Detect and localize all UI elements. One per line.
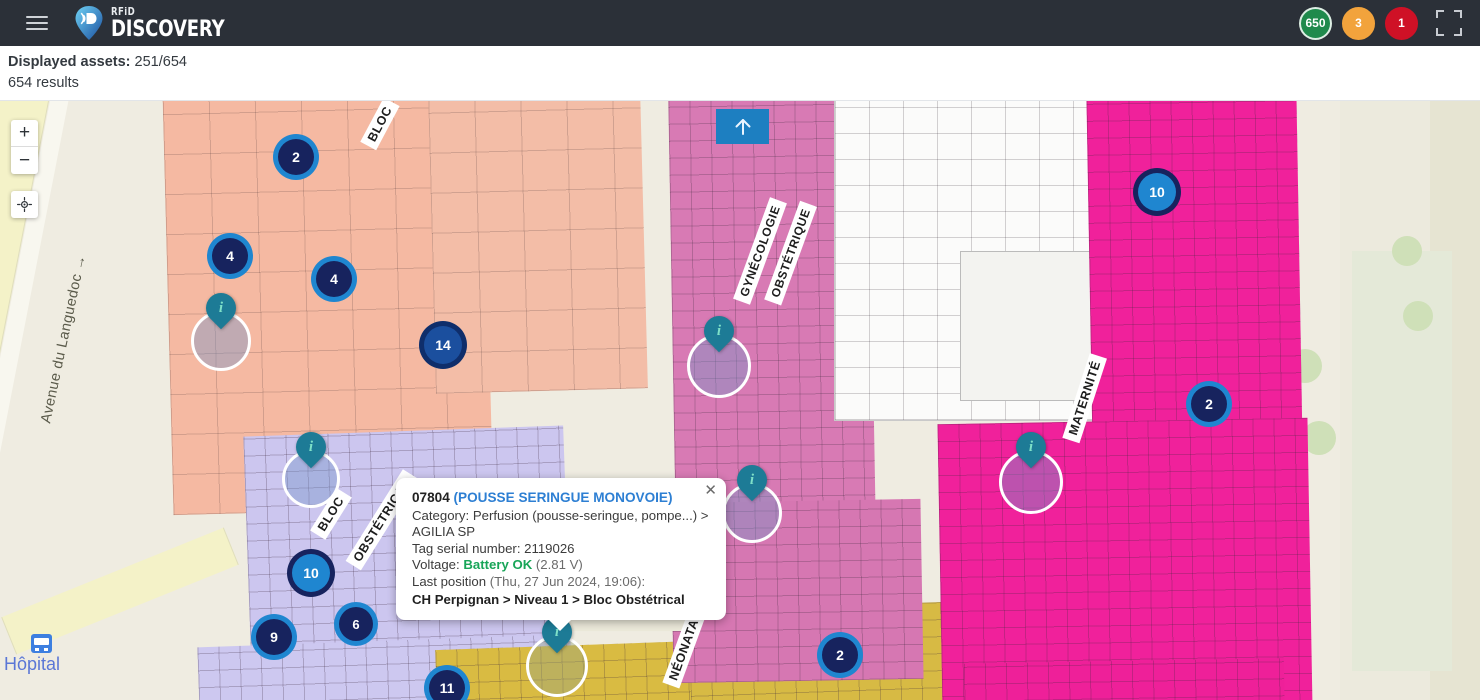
cluster-marker[interactable]: 2 (822, 637, 858, 673)
popup-battery-status: Battery OK (463, 557, 533, 573)
cluster-marker[interactable]: 11 (429, 670, 465, 700)
cluster-marker[interactable]: 4 (316, 261, 352, 297)
kpi-warning-badge[interactable]: 3 (1342, 6, 1375, 40)
popup-category: Category: Perfusion (pousse-seringue, po… (412, 507, 709, 540)
zoom-controls: + − (11, 120, 38, 174)
hamburger-menu-icon[interactable] (14, 0, 60, 46)
topbar-status-group: 650 3 1 (1299, 6, 1462, 40)
rfid-discovery-pin-icon (74, 5, 104, 41)
brand-discovery-text: DISCOVERY (111, 16, 225, 42)
popup-asset-id: 07804 (412, 490, 450, 505)
cluster-marker[interactable]: 2 (278, 139, 314, 175)
info-glyph: i (1028, 438, 1034, 455)
popup-title-row: 07804 (POUSSE SERINGUE MONOVOIE) (412, 490, 710, 507)
info-glyph: i (716, 322, 722, 339)
cluster-marker[interactable]: 10 (1138, 173, 1176, 211)
bus-stop-label: Hôpital (4, 654, 61, 674)
map-pin-icon: i (199, 286, 243, 330)
zoom-out-button[interactable]: − (11, 147, 38, 174)
results-count: 654 results (8, 75, 79, 91)
zoom-in-button[interactable]: + (11, 120, 38, 147)
fullscreen-icon[interactable] (1436, 10, 1462, 36)
top-bar: RFiD DISCOVERY 650 3 1 (0, 0, 1480, 46)
displayed-assets-value: 251/654 (134, 54, 187, 70)
bus-icon (30, 634, 52, 653)
displayed-assets-info: Displayed assets: 251/654 654 results (8, 52, 198, 94)
kpi-ok-badge[interactable]: 650 (1299, 6, 1332, 40)
building-maternite-lower (937, 417, 1313, 700)
map-pin-icon: i (697, 309, 741, 353)
popup-tag-serial: Tag serial number: 2119026 (412, 540, 575, 556)
bus-stop-marker[interactable]: Hôpital (4, 634, 60, 675)
facility-map[interactable]: BLOC GYNÉCOLOGIE OBSTÉTRIQUE BLOC OBSTÉT… (0, 101, 1480, 700)
brand-logo[interactable]: RFiD DISCOVERY (74, 5, 249, 41)
cluster-marker[interactable]: 4 (212, 238, 248, 274)
asset-info-popup[interactable]: ✕ 07804 (POUSSE SERINGUE MONOVOIE) Categ… (396, 478, 726, 632)
map-pin-icon: i (289, 425, 333, 469)
kpi-alert-badge[interactable]: 1 (1385, 6, 1418, 40)
map-pin-icon: i (730, 458, 774, 502)
building-maternite-bottom (963, 658, 1287, 700)
popup-lastpos-label: Last position (412, 573, 487, 589)
popup-lastpos-row: Last position (Thu, 27 Jun 2024, 19:06): (412, 574, 710, 591)
filter-bar: Displayed assets: 251/654 654 results Ca… (0, 46, 1480, 138)
popup-voltage-label: Voltage: (412, 557, 460, 573)
locate-me-button[interactable] (11, 191, 38, 218)
cluster-marker[interactable]: 9 (256, 619, 292, 655)
close-icon[interactable]: ✕ (704, 483, 717, 498)
popup-lastpos-time: (Thu, 27 Jun 2024, 19:06): (489, 573, 646, 589)
map-pin-icon: i (1009, 425, 1053, 469)
popup-voltage-value: (2.81 V) (535, 557, 583, 573)
map-tree (1392, 236, 1422, 266)
popup-location-path: CH Perpignan > Niveau 1 > Bloc Obstétric… (412, 591, 685, 607)
info-glyph: i (218, 299, 224, 316)
displayed-assets-label: Displayed assets: (8, 54, 131, 70)
cluster-marker[interactable]: 10 (292, 554, 330, 592)
map-green-field (1352, 251, 1452, 671)
popup-voltage-row: Voltage: Battery OK (2.81 V) (412, 557, 710, 574)
map-tree (1403, 301, 1433, 331)
cluster-marker[interactable]: 2 (1191, 386, 1227, 422)
info-glyph: i (308, 438, 314, 455)
brand-rfid-text: RFiD (111, 4, 136, 18)
info-glyph: i (749, 471, 755, 488)
recenter-arrow-up-button[interactable] (716, 109, 769, 144)
cluster-marker[interactable]: 14 (424, 326, 462, 364)
cluster-marker[interactable]: 6 (339, 607, 373, 641)
popup-asset-name: (POUSSE SERINGUE MONOVOIE) (453, 490, 673, 505)
